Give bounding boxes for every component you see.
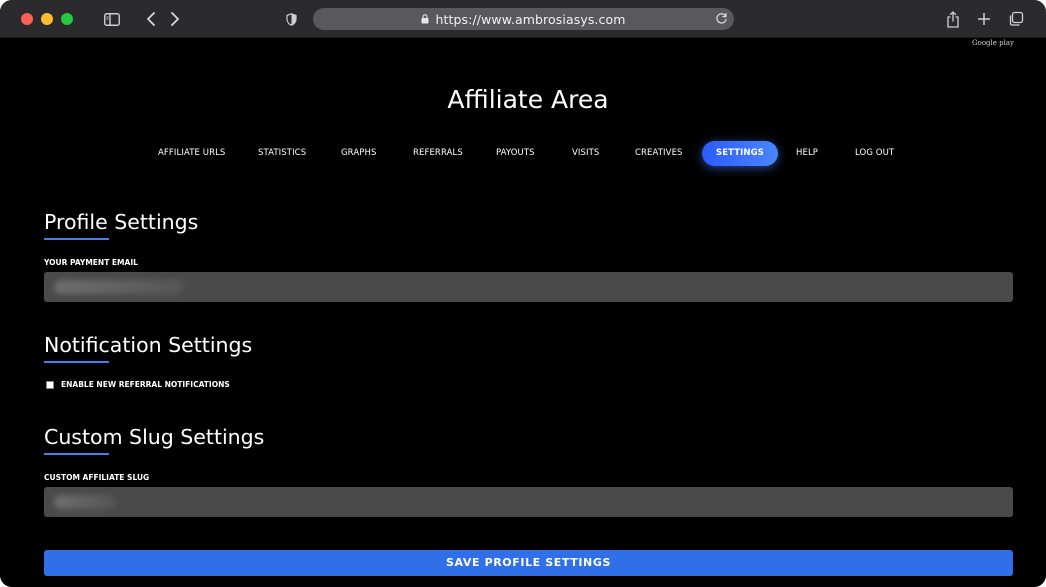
- custom-slug-label: CUSTOM AFFILIATE SLUG: [44, 473, 150, 482]
- custom-slug-heading: Custom Slug Settings: [44, 425, 265, 449]
- nav-item-creatives[interactable]: CREATIVES: [635, 141, 683, 166]
- tabs-overview-icon[interactable]: [1006, 9, 1026, 29]
- nav-item-graphs[interactable]: GRAPHS: [341, 141, 376, 166]
- shield-icon[interactable]: [281, 9, 301, 29]
- custom-slug-field[interactable]: [44, 487, 1013, 517]
- nav-item-log-out[interactable]: LOG OUT: [855, 141, 894, 166]
- referral-notifications-option: ENABLE NEW REFERRAL NOTIFICATIONS: [46, 380, 230, 389]
- chevron-right-icon[interactable]: [165, 9, 185, 29]
- save-profile-settings-button[interactable]: SAVE PROFILE SETTINGS: [44, 550, 1013, 576]
- custom-slug-underline: [44, 453, 109, 455]
- nav-item-settings[interactable]: SETTINGS: [702, 141, 778, 166]
- google-play-badge[interactable]: Google play: [972, 39, 1014, 47]
- page-content: Google play Affiliate Area AFFILIATE URL…: [0, 39, 1046, 587]
- payment-email-value-redacted: [54, 280, 184, 294]
- referral-notifications-label: ENABLE NEW REFERRAL NOTIFICATIONS: [61, 380, 230, 389]
- browser-toolbar: https://www.ambrosiasys.com: [0, 0, 1046, 38]
- notification-settings-heading: Notification Settings: [44, 333, 253, 357]
- nav-item-visits[interactable]: VISITS: [572, 141, 599, 166]
- nav-item-help[interactable]: HELP: [796, 141, 818, 166]
- payment-email-field[interactable]: [44, 272, 1013, 302]
- nav-item-referrals[interactable]: REFERRALS: [413, 141, 463, 166]
- sidebar-icon[interactable]: [102, 9, 122, 29]
- plus-icon[interactable]: [974, 9, 994, 29]
- profile-settings-heading: Profile Settings: [44, 210, 199, 234]
- affiliate-nav: AFFILIATE URLS STATISTICS GRAPHS REFERRA…: [0, 141, 1046, 166]
- page-title: Affiliate Area: [447, 85, 609, 114]
- minimize-window-button[interactable]: [41, 13, 53, 25]
- maximize-window-button[interactable]: [61, 13, 73, 25]
- close-window-button[interactable]: [21, 13, 33, 25]
- share-icon[interactable]: [943, 9, 963, 29]
- notification-settings-underline: [44, 361, 109, 363]
- lock-icon: [421, 14, 429, 24]
- chevron-left-icon[interactable]: [141, 9, 161, 29]
- payment-email-label: YOUR PAYMENT EMAIL: [44, 258, 138, 267]
- address-bar[interactable]: https://www.ambrosiasys.com: [313, 8, 734, 30]
- profile-settings-underline: [44, 238, 109, 240]
- nav-item-affiliate-urls[interactable]: AFFILIATE URLS: [158, 141, 225, 166]
- custom-slug-value-redacted: [54, 495, 116, 509]
- nav-item-payouts[interactable]: PAYOUTS: [496, 141, 535, 166]
- url-text: https://www.ambrosiasys.com: [435, 11, 626, 27]
- reload-icon[interactable]: [715, 12, 728, 25]
- browser-window: https://www.ambrosiasys.com Google play …: [0, 0, 1046, 587]
- referral-notifications-checkbox[interactable]: [46, 380, 54, 389]
- nav-item-statistics[interactable]: STATISTICS: [258, 141, 306, 166]
